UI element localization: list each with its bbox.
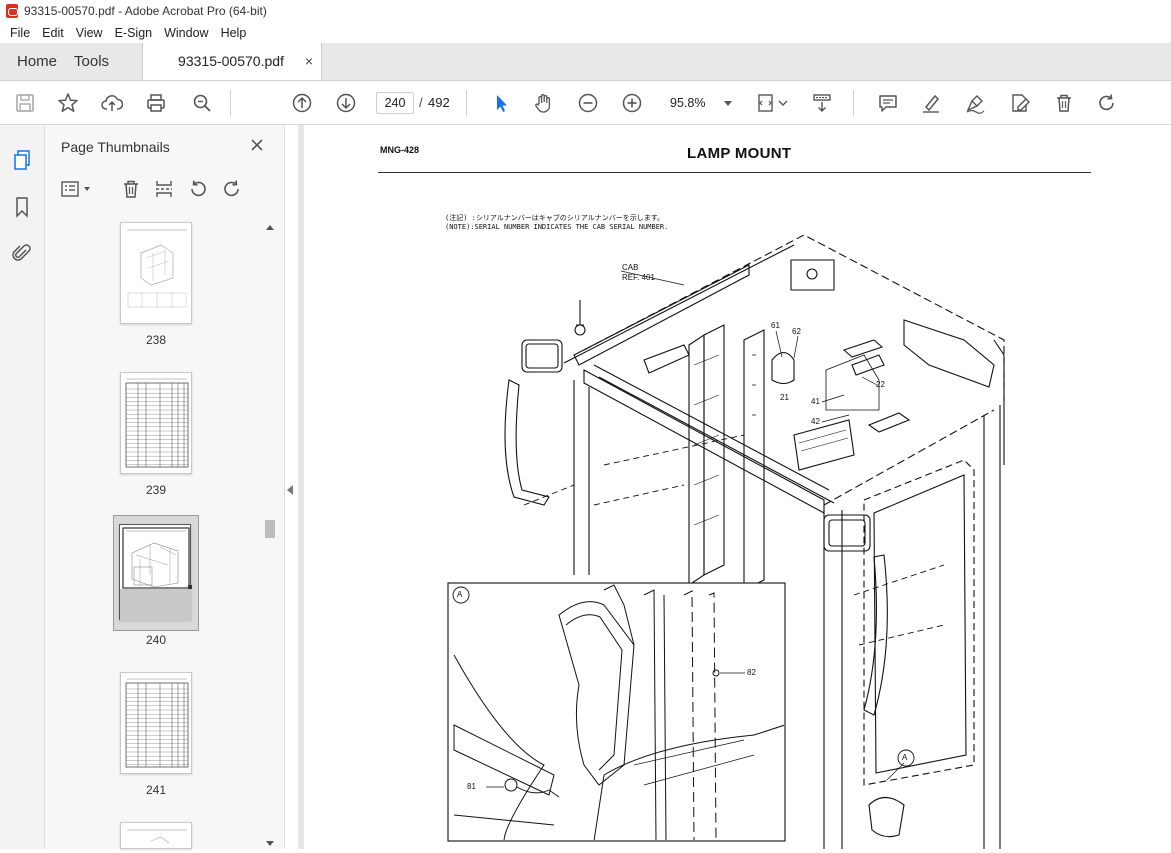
tab-tools[interactable]: Tools	[74, 42, 126, 80]
title-bar: 93315-00570.pdf - Adobe Acrobat Pro (64-…	[0, 0, 1171, 22]
menu-file[interactable]: File	[4, 26, 36, 40]
thumbnail-page-238[interactable]	[120, 222, 192, 324]
pdf-app-icon	[6, 4, 18, 18]
lamp-mount-drawing	[447, 234, 1005, 849]
window-title: 93315-00570.pdf - Adobe Acrobat Pro (64-…	[24, 4, 267, 18]
select-cursor-icon[interactable]	[489, 91, 513, 115]
toolbar-divider	[853, 90, 854, 116]
thumbnail-options-icon[interactable]	[59, 178, 95, 200]
hand-tool-icon[interactable]	[532, 91, 556, 115]
callout-ref: REF. 401	[622, 273, 655, 282]
edit-pdf-icon[interactable]	[1008, 91, 1032, 115]
menu-edit[interactable]: Edit	[36, 26, 70, 40]
chevron-down-icon	[724, 100, 732, 106]
collapse-panel-handle[interactable]	[287, 485, 293, 495]
callout-21: 21	[780, 393, 789, 402]
callout-62: 62	[792, 327, 801, 336]
detail-a-marker: A	[902, 753, 908, 762]
tab-home[interactable]: Home	[0, 42, 74, 80]
rotate-clockwise-icon[interactable]	[1095, 91, 1119, 115]
zoom-level-select[interactable]: 95.8%	[664, 92, 736, 114]
page-number-input[interactable]	[376, 92, 414, 114]
toolbar-divider	[466, 90, 467, 116]
print-icon[interactable]	[144, 91, 168, 115]
tab-document-label: 93315-00570.pdf	[178, 53, 284, 69]
close-panel-icon[interactable]	[248, 136, 266, 154]
rotate-counterclockwise-icon[interactable]	[187, 178, 209, 200]
previous-page-icon[interactable]	[290, 91, 314, 115]
menu-bar: File Edit View E-Sign Window Help	[0, 22, 1171, 43]
thumbnail-label: 239	[145, 483, 167, 497]
save-icon[interactable]	[13, 91, 37, 115]
page-thumbnails-icon[interactable]	[11, 148, 33, 172]
callout-81: 81	[467, 782, 476, 791]
trash-icon[interactable]	[1052, 91, 1076, 115]
zoom-out-icon[interactable]	[576, 91, 600, 115]
menu-help[interactable]: Help	[215, 26, 253, 40]
comment-icon[interactable]	[876, 91, 900, 115]
zoom-in-icon[interactable]	[620, 91, 644, 115]
tab-document[interactable]: 93315-00570.pdf ×	[142, 42, 323, 80]
rotate-clockwise-icon[interactable]	[221, 178, 243, 200]
upload-cloud-icon[interactable]	[100, 91, 124, 115]
extract-pages-icon[interactable]	[153, 178, 175, 200]
highlight-pen-icon[interactable]	[919, 91, 943, 115]
detail-a-label: A	[457, 590, 463, 599]
star-icon[interactable]	[56, 91, 80, 115]
attachment-paperclip-icon[interactable]	[11, 241, 33, 265]
next-page-icon[interactable]	[334, 91, 358, 115]
callout-82: 82	[747, 668, 756, 677]
total-pages: 492	[428, 95, 450, 110]
tab-bar: Home Tools 93315-00570.pdf ×	[0, 42, 1171, 81]
scroll-mode-icon[interactable]	[810, 91, 834, 115]
zoom-search-icon[interactable]	[190, 91, 214, 115]
thumbnail-label: 238	[145, 333, 167, 347]
delete-pages-icon[interactable]	[120, 178, 142, 200]
pdf-page: MNG-428 LAMP MOUNT (注記) :シリアルナンバーはキャブのシリ…	[304, 125, 1171, 849]
main-toolbar: / 492 95.8%	[0, 81, 1171, 125]
navigation-rail	[0, 125, 45, 849]
callout-61: 61	[771, 321, 780, 330]
callout-22: 22	[876, 380, 885, 389]
thumbnail-page-241[interactable]	[120, 672, 192, 774]
bookmark-icon[interactable]	[11, 195, 33, 219]
thumbnail-label: 240	[145, 633, 167, 647]
thumbnail-page-242[interactable]	[120, 822, 192, 849]
thumbnail-page-240[interactable]	[119, 524, 192, 621]
toolbar-divider	[230, 90, 231, 116]
thumbnail-scrollbar[interactable]	[263, 222, 277, 849]
callout-cab: CAB	[622, 263, 639, 272]
menu-window[interactable]: Window	[158, 26, 214, 40]
menu-view[interactable]: View	[70, 26, 109, 40]
sign-pen-icon[interactable]	[963, 91, 987, 115]
close-tab-icon[interactable]: ×	[305, 53, 313, 69]
thumbnail-page-239[interactable]	[120, 372, 192, 474]
page-fit-icon[interactable]	[757, 91, 789, 115]
page-separator: /	[419, 95, 423, 110]
thumbnail-label: 241	[145, 783, 167, 797]
callout-41: 41	[811, 397, 820, 406]
menu-esign[interactable]: E-Sign	[109, 26, 159, 40]
zoom-level-value: 95.8%	[670, 96, 706, 110]
callout-42: 42	[811, 417, 820, 426]
panel-title: Page Thumbnails	[61, 139, 170, 155]
